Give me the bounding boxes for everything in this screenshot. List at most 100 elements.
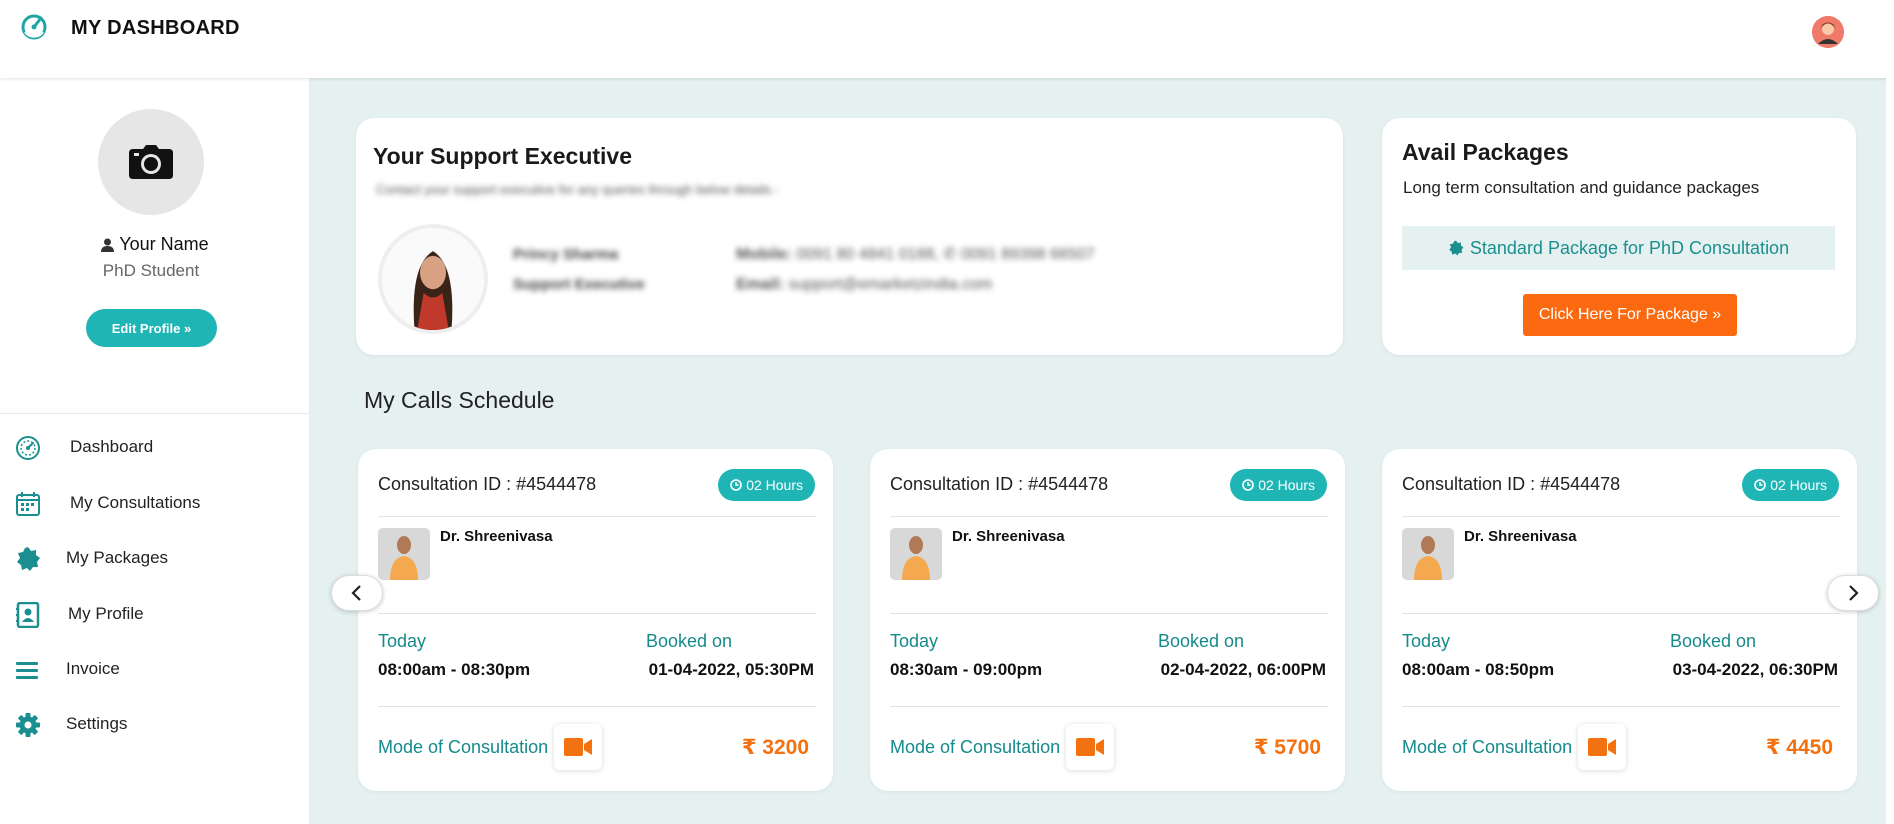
executive-email: Email: support@emarketzindia.com	[736, 276, 992, 294]
user-icon	[101, 238, 115, 252]
user-avatar[interactable]	[1812, 16, 1844, 48]
click-here-for-package-button[interactable]: Click Here For Package »	[1523, 294, 1737, 336]
day-label: Today	[378, 631, 427, 651]
video-camera-icon	[1588, 738, 1616, 756]
doctor-name: Dr. Shreenivasa	[440, 528, 553, 545]
booked-date: 01-04-2022, 05:30PM	[648, 660, 814, 679]
executive-role: Support Executive	[513, 276, 645, 293]
speedometer-logo-icon[interactable]	[19, 12, 49, 42]
video-call-button[interactable]	[554, 724, 602, 770]
gear-icon	[16, 713, 40, 737]
sidebar-item-settings[interactable]: Settings	[0, 704, 309, 744]
support-executive-photo	[378, 224, 488, 334]
badge-icon	[1449, 240, 1464, 256]
standard-package-label: Standard Package for PhD Consultation	[1469, 237, 1790, 258]
calendar-icon	[16, 492, 40, 516]
sidebar-item-label: Dashboard	[70, 437, 154, 456]
executive-mobile: Mobile: 0091 80 4841 0188, ✆ 0091 89398 …	[736, 244, 1095, 264]
scrollbar-track[interactable]	[1886, 0, 1894, 824]
support-card-subtitle: Contact your support executive for any q…	[376, 182, 780, 197]
sidebar-item-dashboard[interactable]: Dashboard	[0, 427, 309, 467]
sidebar-item-label: My Profile	[68, 604, 144, 623]
packages-card-title: Avail Packages	[1402, 139, 1569, 165]
carousel-prev-button[interactable]	[331, 575, 383, 611]
doctor-photo	[890, 528, 942, 580]
sidebar-item-label: Invoice	[66, 659, 120, 678]
call-time: 08:00am - 08:30pm	[378, 660, 531, 679]
packages-subtitle: Long term consultation and guidance pack…	[1403, 178, 1760, 197]
call-card: Consultation ID : #4544478 02 Hours Dr. …	[358, 449, 833, 791]
price: ₹ 3200	[742, 735, 809, 760]
currency-symbol: ₹	[1765, 736, 1781, 759]
mobile-value: 0091 80 4841 0188, ✆ 0091 89398 66507	[796, 246, 1095, 263]
carousel-next-button[interactable]	[1827, 575, 1879, 611]
chevron-right-icon	[1849, 585, 1859, 601]
booked-date: 03-04-2022, 06:30PM	[1672, 660, 1838, 679]
consultation-id: Consultation ID : #4544478	[890, 474, 1109, 494]
avail-packages-card: Avail Packages Long term consultation an…	[1382, 118, 1856, 355]
booked-label: Booked on	[646, 631, 733, 651]
duration-text: 02 Hours	[1770, 477, 1827, 493]
mode-label: Mode of Consultation	[890, 737, 1061, 757]
camera-icon	[129, 145, 173, 179]
support-executive-card: Your Support Executive Contact your supp…	[356, 118, 1343, 355]
edit-profile-button[interactable]: Edit Profile »	[86, 309, 217, 347]
app-title: MY DASHBOARD	[71, 17, 240, 39]
list-icon	[16, 662, 38, 679]
price-value: 3200	[762, 736, 809, 759]
sidebar-item-my-packages[interactable]: My Packages	[0, 538, 309, 578]
price: ₹ 5700	[1254, 735, 1321, 760]
duration-text: 02 Hours	[1258, 477, 1315, 493]
currency-symbol: ₹	[741, 736, 757, 759]
duration-text: 02 Hours	[746, 477, 803, 493]
dashboard-icon	[16, 436, 40, 460]
executive-photo-icon	[382, 228, 484, 330]
divider	[1402, 613, 1840, 614]
divider	[1402, 706, 1840, 707]
divider	[890, 613, 1328, 614]
booked-date: 02-04-2022, 06:00PM	[1160, 660, 1326, 679]
divider	[378, 516, 816, 517]
mode-label: Mode of Consultation	[378, 737, 549, 757]
sidebar-item-label: My Packages	[66, 548, 169, 567]
badge-icon	[17, 547, 40, 571]
video-call-button[interactable]	[1066, 724, 1114, 770]
video-camera-icon	[1076, 738, 1104, 756]
doctor-photo	[1402, 528, 1454, 580]
currency-symbol: ₹	[1253, 736, 1269, 759]
profile-photo-upload[interactable]	[98, 109, 204, 215]
clock-icon	[1242, 479, 1254, 491]
standard-package-link[interactable]: Standard Package for PhD Consultation	[1402, 226, 1835, 270]
sidebar-item-my-profile[interactable]: My Profile	[0, 594, 309, 634]
booked-label: Booked on	[1670, 631, 1757, 651]
call-time: 08:00am - 08:50pm	[1402, 660, 1555, 679]
divider	[378, 613, 816, 614]
user-name-text: Your Name	[119, 234, 209, 254]
video-call-button[interactable]	[1578, 724, 1626, 770]
mode-label: Mode of Consultation	[1402, 737, 1573, 757]
call-card: Consultation ID : #4544478 02 Hours Dr. …	[870, 449, 1345, 791]
doctor-name: Dr. Shreenivasa	[952, 528, 1065, 545]
clock-icon	[1754, 479, 1766, 491]
executive-name: Princy Sharma	[513, 246, 619, 263]
calls-schedule-title: My Calls Schedule	[364, 387, 555, 413]
doctor-photo-icon	[1402, 528, 1454, 580]
email-label: Email:	[736, 276, 785, 293]
user-role: PhD Student	[102, 261, 200, 280]
avatar-icon	[1812, 16, 1844, 48]
duration-badge: 02 Hours	[1742, 469, 1839, 501]
day-label: Today	[890, 631, 939, 651]
mobile-label: Mobile:	[736, 246, 792, 263]
price-value: 4450	[1786, 736, 1833, 759]
sidebar-item-invoice[interactable]: Invoice	[0, 649, 309, 689]
sidebar-item-my-consultations[interactable]: My Consultations	[0, 483, 309, 523]
support-card-title: Your Support Executive	[373, 143, 633, 169]
divider	[890, 706, 1328, 707]
user-name: Your Name	[0, 234, 310, 255]
chevron-left-icon	[351, 585, 361, 601]
divider	[890, 516, 1328, 517]
price: ₹ 4450	[1766, 735, 1833, 760]
doctor-name: Dr. Shreenivasa	[1464, 528, 1577, 545]
email-value: support@emarketzindia.com	[788, 276, 993, 293]
doctor-photo-icon	[378, 528, 430, 580]
